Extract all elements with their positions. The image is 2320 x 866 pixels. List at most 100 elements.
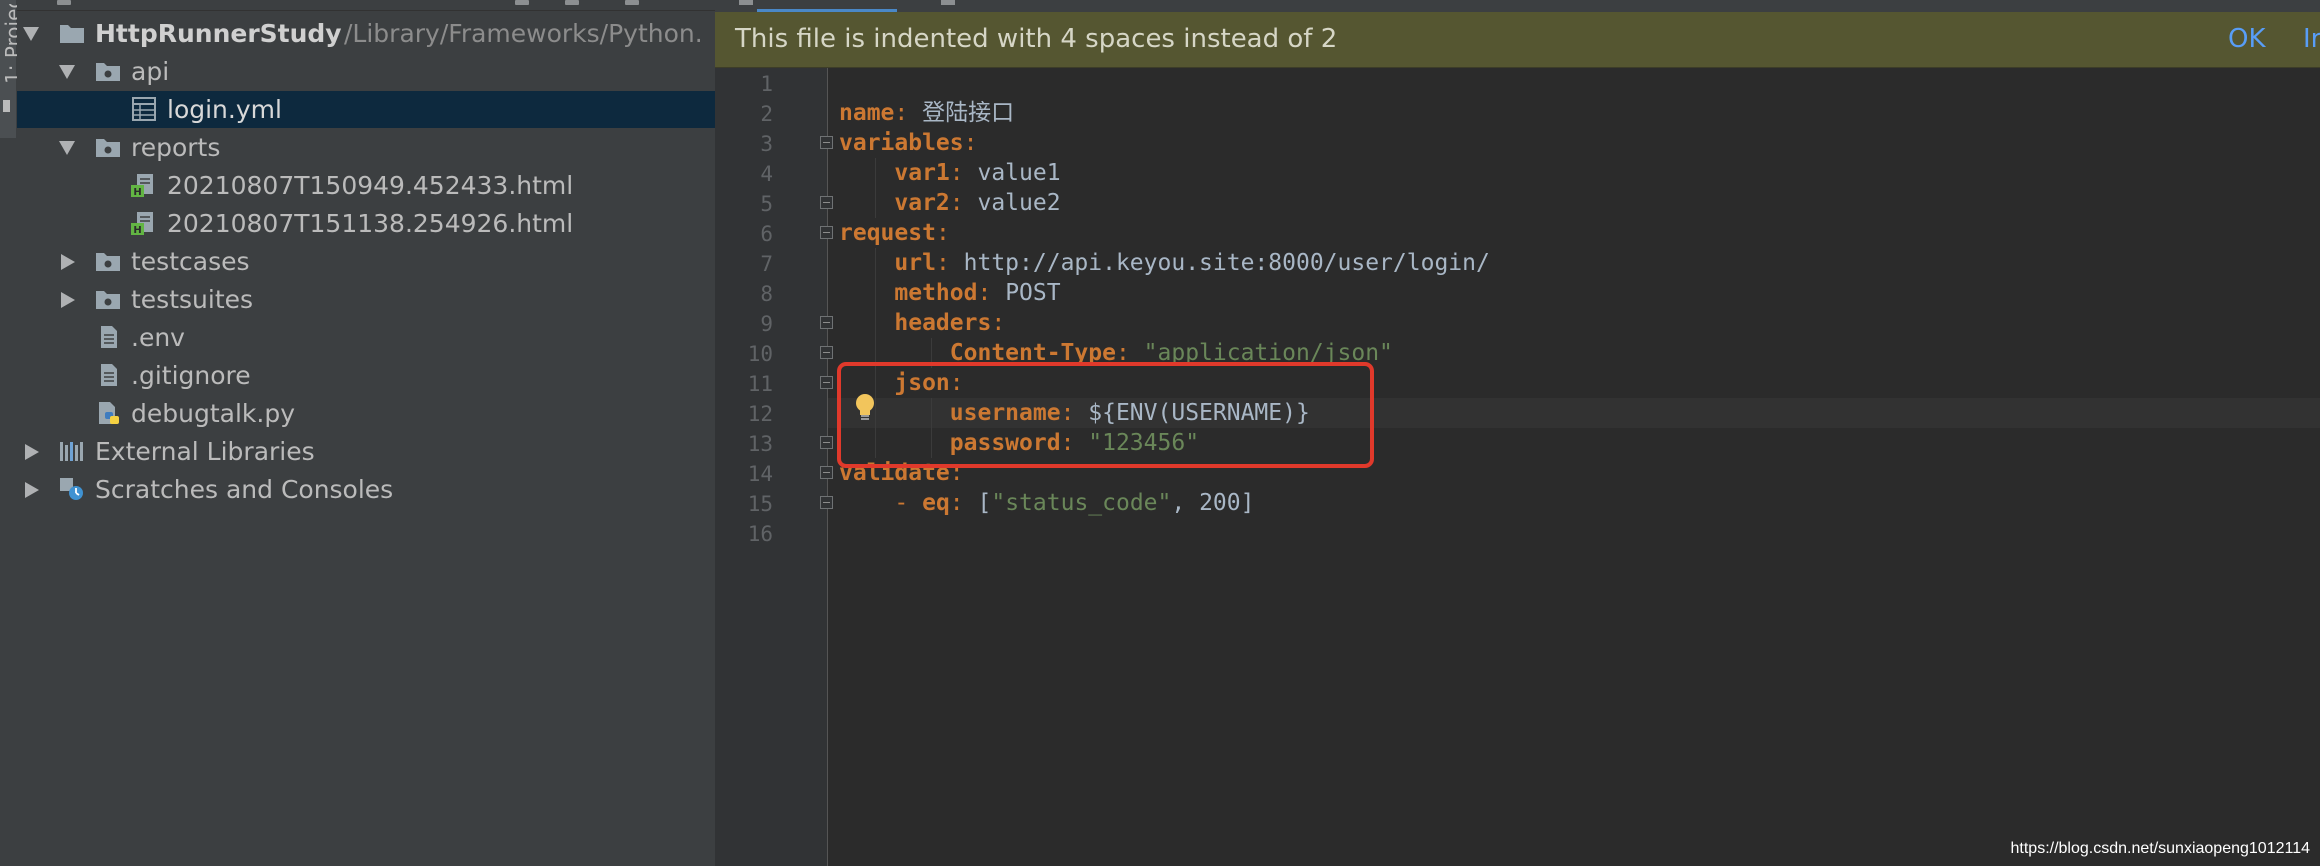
watermark-url: https://blog.csdn.net/sunxiaopeng1012114 — [2010, 840, 2311, 857]
folder-icon — [60, 25, 84, 43]
collapse-arrow-icon[interactable] — [61, 254, 75, 270]
tree-item-api[interactable]: api — [17, 53, 715, 90]
tree-item-scratches[interactable]: Scratches and Consoles — [17, 471, 715, 508]
line-number: 13 — [747, 432, 773, 456]
yaml-key: headers — [894, 310, 992, 336]
tree-item-report-html[interactable]: H 20210807T150949.452433.html — [17, 167, 715, 204]
tree-item-label: External Libraries — [95, 437, 315, 466]
settings-gear-icon[interactable] — [625, 0, 639, 5]
code-line[interactable]: variables: — [839, 128, 977, 158]
yaml-key: method — [894, 280, 978, 306]
yaml-key: variables — [839, 130, 964, 156]
line-number: 3 — [760, 132, 773, 156]
tree-item-env[interactable]: .env — [17, 319, 715, 356]
fold-marker-icon[interactable] — [820, 466, 833, 479]
yaml-bracket: [ — [963, 490, 992, 516]
tree-item-external-libraries[interactable]: External Libraries — [17, 433, 715, 470]
line-number: 12 — [747, 402, 773, 426]
fold-marker-icon[interactable] — [820, 346, 833, 359]
line-number: 14 — [747, 462, 773, 486]
yaml-tab-icon[interactable] — [739, 0, 753, 5]
notification-message: This file is indented with 4 spaces inst… — [735, 24, 1338, 54]
svg-text:H: H — [133, 187, 141, 197]
project-root-name: HttpRunnerStudy — [95, 19, 342, 48]
tree-item-login-yml[interactable]: login.yml — [17, 91, 715, 128]
html-file-icon: H — [131, 174, 153, 197]
tool-window-strip: 1: Project — [0, 0, 25, 866]
tree-item-label: 20210807T150949.452433.html — [167, 171, 574, 200]
package-folder-icon — [96, 63, 120, 81]
line-number: 15 — [747, 492, 773, 516]
project-dropdown-icon[interactable] — [57, 0, 71, 5]
svg-text:H: H — [133, 225, 141, 235]
line-number: 16 — [747, 522, 773, 546]
code-line[interactable]: method: POST — [839, 278, 1061, 308]
fold-marker-icon[interactable] — [820, 496, 833, 509]
yaml-string: "status_code" — [991, 490, 1172, 516]
fold-marker-icon[interactable] — [820, 436, 833, 449]
locate-icon[interactable] — [515, 0, 529, 5]
yaml-value: POST — [991, 280, 1061, 306]
line-number: 9 — [760, 312, 773, 336]
editor-tab-strip — [715, 0, 2320, 12]
expand-arrow-icon[interactable] — [23, 27, 39, 41]
line-number: 7 — [760, 252, 773, 276]
annotation-highlight-box — [837, 362, 1374, 468]
line-number: 5 — [760, 192, 773, 216]
tree-item-debugtalk[interactable]: debugtalk.py — [17, 395, 715, 432]
project-panel-header — [17, 0, 715, 11]
yaml-value: 登陆接口 — [908, 100, 1015, 126]
text-file-icon — [101, 326, 117, 348]
code-line[interactable]: name: 登陆接口 — [839, 98, 1014, 128]
collapse-arrow-icon[interactable] — [61, 292, 75, 308]
yaml-key: url — [894, 250, 936, 276]
yaml-value: value2 — [963, 190, 1061, 216]
code-line[interactable]: var1: value1 — [839, 158, 1061, 188]
tree-item-label: testcases — [131, 247, 250, 276]
fold-marker-icon[interactable] — [820, 196, 833, 209]
fold-marker-icon[interactable] — [820, 316, 833, 329]
library-icon — [60, 442, 83, 461]
expand-arrow-icon[interactable] — [59, 141, 75, 155]
tree-item-label: Scratches and Consoles — [95, 475, 394, 504]
tree-item-testcases[interactable]: testcases — [17, 243, 715, 280]
code-line[interactable]: var2: value2 — [839, 188, 1061, 218]
yaml-value: value1 — [963, 160, 1061, 186]
scratches-icon — [60, 478, 83, 500]
fold-marker-icon[interactable] — [820, 376, 833, 389]
code-line[interactable]: url: http://api.keyou.site:8000/user/log… — [839, 248, 1489, 278]
package-folder-icon — [96, 291, 120, 309]
collapse-icon[interactable] — [565, 0, 579, 5]
yaml-key: var1 — [894, 160, 950, 186]
code-line[interactable]: headers: — [839, 308, 1005, 338]
project-tool-tab[interactable]: 1: Project — [0, 0, 25, 138]
tree-item-label: 20210807T151138.254926.html — [167, 209, 574, 238]
tree-item-testsuites[interactable]: testsuites — [17, 281, 715, 318]
indent-notification-bar: This file is indented with 4 spaces inst… — [715, 12, 2320, 68]
tree-item-label: .env — [131, 323, 185, 352]
second-tab-icon[interactable] — [941, 0, 955, 5]
tree-item-report-html[interactable]: H 20210807T151138.254926.html — [17, 205, 715, 242]
tree-item-label: debugtalk.py — [131, 399, 295, 428]
notification-ok-link[interactable]: OK — [2228, 24, 2266, 54]
collapse-arrow-icon[interactable] — [25, 444, 39, 460]
line-number: 8 — [760, 282, 773, 306]
html-file-icon: H — [131, 212, 153, 235]
tree-item-gitignore[interactable]: .gitignore — [17, 357, 715, 394]
collapse-arrow-icon[interactable] — [25, 482, 39, 498]
text-file-icon — [101, 364, 117, 386]
expand-arrow-icon[interactable] — [59, 65, 75, 79]
tree-item-reports[interactable]: reports — [17, 129, 715, 166]
notification-secondary-link[interactable]: Ir — [2303, 24, 2320, 54]
fold-marker-icon[interactable] — [820, 136, 833, 149]
line-number: 10 — [747, 342, 773, 366]
package-folder-icon — [96, 139, 120, 157]
code-line[interactable]: request: — [839, 218, 950, 248]
tree-item-label: .gitignore — [131, 361, 251, 390]
tree-item-label: reports — [131, 133, 221, 162]
fold-marker-icon[interactable] — [820, 226, 833, 239]
tree-root-row[interactable]: HttpRunnerStudy /Library/Frameworks/Pyth… — [17, 15, 715, 52]
code-line[interactable]: - eq: ["status_code", 200] — [839, 488, 1254, 518]
tool-tab-marker-icon — [3, 100, 10, 112]
yaml-key: var2 — [894, 190, 950, 216]
